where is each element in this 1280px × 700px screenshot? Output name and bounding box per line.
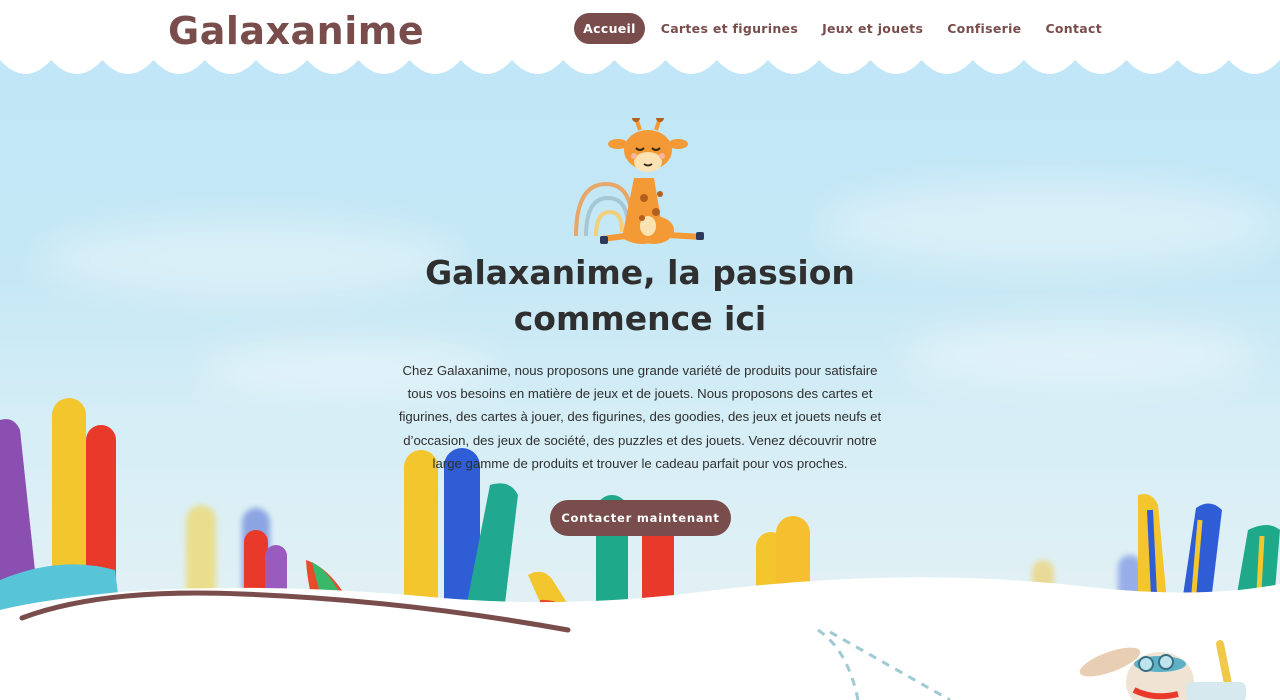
hero-section: Galaxanime, la passion commence ici Chez… (0, 40, 1280, 640)
contact-now-button[interactable]: Contacter maintenant (550, 500, 731, 536)
nav-item-contact[interactable]: Contact (1037, 13, 1110, 44)
hero-title: Galaxanime, la passion commence ici (390, 250, 890, 342)
nav-item-confiserie[interactable]: Confiserie (939, 13, 1029, 44)
site-logo[interactable]: Galaxanime (168, 9, 424, 53)
giraffe-illustration (574, 118, 704, 244)
hero-title-line1: Galaxanime, la passion (425, 253, 855, 292)
hero-description: Chez Galaxanime, nous proposons une gran… (398, 363, 882, 471)
nav-item-cartes-et-figurines[interactable]: Cartes et figurines (653, 13, 806, 44)
nav-item-accueil[interactable]: Accueil (574, 13, 645, 44)
rabbit-aviator-illustration (1079, 640, 1246, 700)
nav-item-jeux-et-jouets[interactable]: Jeux et jouets (814, 13, 931, 44)
bottom-decorations (817, 628, 1246, 700)
hero-title-line2: commence ici (513, 299, 767, 338)
paper-plane-trail (817, 628, 860, 700)
main-nav: Accueil Cartes et figurines Jeux et jouets… (574, 13, 1110, 44)
